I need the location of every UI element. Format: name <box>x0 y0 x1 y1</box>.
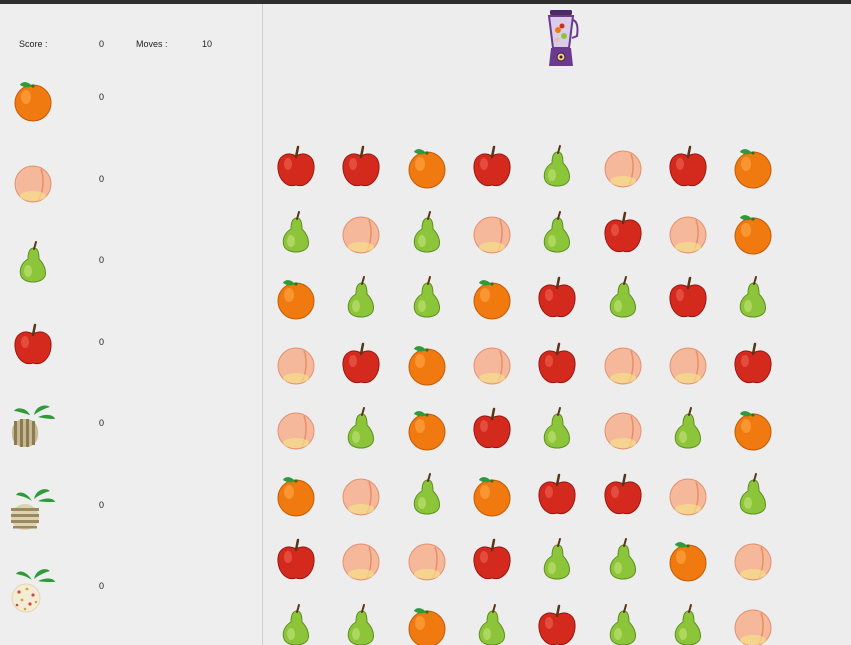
orange-icon[interactable] <box>467 273 517 323</box>
pear-icon[interactable] <box>532 142 582 192</box>
apple-icon[interactable] <box>532 273 582 323</box>
pear-icon[interactable] <box>598 273 648 323</box>
peach-icon[interactable] <box>728 601 778 645</box>
goal-item: 0 <box>0 397 263 457</box>
pear-icon <box>8 238 58 288</box>
moves-label: Moves : <box>136 39 168 49</box>
banded-bush-icon <box>8 483 58 533</box>
orange-icon[interactable] <box>728 208 778 258</box>
apple-icon[interactable] <box>467 142 517 192</box>
pear-icon[interactable] <box>271 601 321 645</box>
score-label: Score : <box>19 39 48 49</box>
peach-icon[interactable] <box>336 208 386 258</box>
goal-count: 0 <box>99 499 105 510</box>
orange-icon[interactable] <box>663 535 713 585</box>
score-value: 0 <box>99 39 105 49</box>
orange-icon[interactable] <box>402 142 452 192</box>
pear-icon[interactable] <box>663 601 713 645</box>
peach-icon[interactable] <box>271 339 321 389</box>
peach-icon[interactable] <box>598 142 648 192</box>
goal-item: 0 <box>0 560 263 620</box>
peach-icon[interactable] <box>663 470 713 520</box>
apple-icon[interactable] <box>598 208 648 258</box>
orange-icon[interactable] <box>402 339 452 389</box>
apple-icon[interactable] <box>467 535 517 585</box>
orange-icon[interactable] <box>271 273 321 323</box>
pear-icon[interactable] <box>663 404 713 454</box>
goal-count: 0 <box>99 581 105 591</box>
peach-icon <box>8 157 58 207</box>
apple-icon[interactable] <box>663 142 713 192</box>
peach-icon[interactable] <box>728 535 778 585</box>
orange-icon[interactable] <box>467 470 517 520</box>
blender-icon[interactable] <box>541 8 581 70</box>
goal-count: 0 <box>99 92 105 102</box>
orange-icon[interactable] <box>271 470 321 520</box>
peach-icon[interactable] <box>663 208 713 258</box>
goal-item: 0 <box>0 71 263 131</box>
goal-count: 0 <box>99 255 105 265</box>
peach-icon[interactable] <box>402 535 452 585</box>
orange-icon[interactable] <box>402 601 452 645</box>
game-board <box>263 140 851 645</box>
pear-icon[interactable] <box>598 601 648 645</box>
peach-icon[interactable] <box>598 404 648 454</box>
spotted-bush-icon <box>8 564 58 614</box>
apple-icon <box>8 320 58 370</box>
pear-icon[interactable] <box>532 208 582 258</box>
apple-icon[interactable] <box>532 339 582 389</box>
pear-icon[interactable] <box>467 601 517 645</box>
striped-bush-icon <box>8 401 58 451</box>
apple-icon[interactable] <box>532 601 582 645</box>
apple-icon[interactable] <box>271 535 321 585</box>
goal-item: 0 <box>0 153 263 213</box>
peach-icon[interactable] <box>598 339 648 389</box>
pear-icon[interactable] <box>271 208 321 258</box>
apple-icon[interactable] <box>728 339 778 389</box>
goal-item: 0 <box>0 479 263 539</box>
peach-icon[interactable] <box>336 535 386 585</box>
orange-icon[interactable] <box>402 404 452 454</box>
pear-icon[interactable] <box>336 273 386 323</box>
apple-icon[interactable] <box>336 339 386 389</box>
goal-count: 0 <box>99 336 105 347</box>
orange-icon <box>8 75 58 125</box>
goal-count: 0 <box>99 173 105 184</box>
pear-icon[interactable] <box>532 404 582 454</box>
goal-item: 0 <box>0 234 263 294</box>
goal-item: 0 <box>0 316 263 376</box>
pear-icon[interactable] <box>532 535 582 585</box>
peach-icon[interactable] <box>663 339 713 389</box>
apple-icon[interactable] <box>467 404 517 454</box>
peach-icon[interactable] <box>271 404 321 454</box>
apple-icon[interactable] <box>271 142 321 192</box>
pear-icon[interactable] <box>336 601 386 645</box>
pear-icon[interactable] <box>402 273 452 323</box>
apple-icon[interactable] <box>598 470 648 520</box>
peach-icon[interactable] <box>467 208 517 258</box>
orange-icon[interactable] <box>728 404 778 454</box>
moves-value: 10 <box>202 39 213 49</box>
apple-icon[interactable] <box>663 273 713 323</box>
goal-count: 0 <box>99 418 105 428</box>
pear-icon[interactable] <box>598 535 648 585</box>
pear-icon[interactable] <box>728 273 778 323</box>
pear-icon[interactable] <box>402 470 452 520</box>
orange-icon[interactable] <box>728 142 778 192</box>
pear-icon[interactable] <box>728 470 778 520</box>
pear-icon[interactable] <box>402 208 452 258</box>
apple-icon[interactable] <box>336 142 386 192</box>
pear-icon[interactable] <box>336 404 386 454</box>
apple-icon[interactable] <box>532 470 582 520</box>
peach-icon[interactable] <box>467 339 517 389</box>
peach-icon[interactable] <box>336 470 386 520</box>
sidebar: Score : 0 Moves : 10 0 0 0 0 0 0 0 <box>0 4 263 645</box>
